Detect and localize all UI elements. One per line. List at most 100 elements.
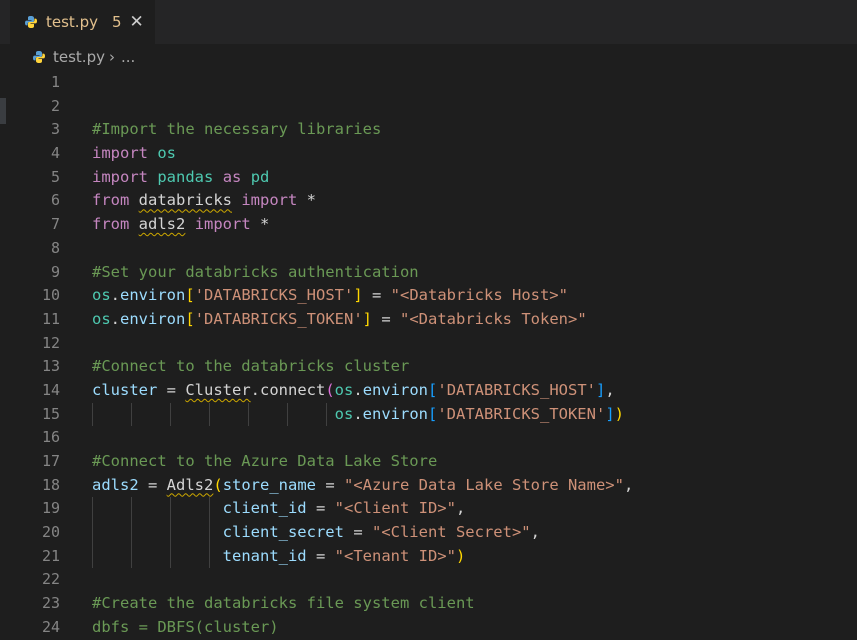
- line-number: 12: [41, 333, 60, 352]
- code-token: cluster: [92, 380, 158, 399]
- code-line[interactable]: 23 #Create the databricks file system cli…: [0, 592, 857, 616]
- code-token: =: [362, 286, 391, 305]
- breadcrumb-more[interactable]: ...: [121, 48, 135, 66]
- code-token: *: [297, 191, 317, 210]
- code-token: .: [110, 286, 121, 305]
- line-number: 18: [41, 475, 60, 494]
- code-line[interactable]: 12: [0, 332, 857, 356]
- code-token: ,: [605, 380, 615, 399]
- code-text: #Create the databricks file system clien…: [92, 592, 475, 616]
- code-line[interactable]: 22: [0, 568, 857, 592]
- code-line[interactable]: 6 from databricks import *: [0, 189, 857, 213]
- breadcrumb-file[interactable]: test.py: [53, 48, 105, 66]
- code-token: environ: [120, 309, 186, 328]
- code-text: import pandas as pd: [92, 166, 269, 190]
- code-line[interactable]: 9 #Set your databricks authentication: [0, 261, 857, 285]
- code-token: ,: [530, 523, 540, 542]
- code-line[interactable]: 19 client_id = "<Client ID>",: [0, 497, 857, 522]
- code-token: .: [110, 309, 121, 328]
- code-line[interactable]: 18 adls2 = Adls2(store_name = "<Azure Dat…: [0, 474, 857, 498]
- code-token: ,: [623, 475, 634, 494]
- code-text: cluster = Cluster.connect(os.environ['DA…: [92, 379, 615, 403]
- code-token: as: [222, 167, 242, 186]
- code-text: from adls2 import *: [92, 213, 269, 237]
- code-text: #Set your databricks authentication: [92, 261, 419, 285]
- code-token: adls2: [92, 475, 139, 494]
- code-token: (: [213, 475, 223, 494]
- code-token: os: [92, 309, 111, 328]
- code-line[interactable]: 21 tenant_id = "<Tenant ID>"): [0, 544, 857, 569]
- code-line[interactable]: 20 client_secret = "<Client Secret>",: [0, 521, 857, 545]
- code-token: =: [343, 523, 372, 542]
- code-editor[interactable]: 1 2 3 #Import the necessary libraries 4 impor…: [0, 71, 857, 640]
- code-token: [: [427, 404, 438, 423]
- code-token: 'DATABRICKS_TOKEN': [194, 309, 363, 328]
- code-token: ): [455, 546, 466, 565]
- close-icon[interactable]: ✕: [130, 12, 144, 32]
- code-token: Adls2: [166, 475, 214, 494]
- code-token: 'DATABRICKS_HOST': [437, 380, 596, 399]
- code-text: #Import the necessary libraries: [92, 118, 381, 142]
- code-token: "<Azure Data Lake Store Name>": [344, 475, 624, 494]
- code-token: adls2: [138, 215, 186, 234]
- code-line[interactable]: 15 os.environ['DATABRICKS_TOKEN']): [0, 402, 857, 427]
- code-line[interactable]: 11 os.environ['DATABRICKS_TOKEN'] = "<Dat…: [0, 308, 857, 332]
- code-token: Cluster: [185, 380, 251, 399]
- line-number: 16: [41, 428, 60, 447]
- code-comment: #Connect to the databricks cluster: [92, 357, 410, 376]
- code-line[interactable]: 5 import pandas as pd: [0, 166, 857, 190]
- code-line[interactable]: 2: [0, 95, 857, 119]
- python-icon: [24, 15, 38, 29]
- code-line[interactable]: 24 dbfs = DBFS(cluster): [0, 616, 857, 640]
- line-number: 14: [41, 380, 60, 399]
- line-number: 23: [41, 594, 60, 613]
- code-line[interactable]: 17 #Connect to the Azure Data Lake Store: [0, 450, 857, 474]
- code-token: from: [92, 191, 130, 210]
- line-number: 22: [41, 570, 60, 589]
- code-line[interactable]: 10 os.environ['DATABRICKS_HOST'] = "<Data…: [0, 284, 857, 308]
- code-token: os: [334, 404, 354, 423]
- code-token: ]: [353, 286, 363, 305]
- code-token: ]: [362, 309, 373, 328]
- breadcrumb: test.py › ...: [0, 44, 857, 70]
- code-text: #Connect to the databricks cluster: [92, 355, 409, 379]
- line-number: 15: [41, 404, 60, 423]
- problem-count-badge: 5: [111, 13, 122, 31]
- code-token: pd: [250, 167, 270, 186]
- line-number: 1: [50, 73, 60, 91]
- code-line[interactable]: 4 import os: [0, 142, 857, 166]
- line-number: 13: [41, 357, 60, 376]
- code-token: pandas: [157, 167, 214, 186]
- python-icon: [32, 50, 46, 64]
- line-number: 4: [50, 144, 60, 163]
- code-line[interactable]: 1: [0, 71, 857, 95]
- tab-test-py[interactable]: test.py 5 ✕: [10, 0, 155, 44]
- editor-tab-bar: test.py 5 ✕: [0, 0, 857, 44]
- code-line[interactable]: 8: [0, 237, 857, 261]
- code-token: tenant_id: [222, 546, 307, 565]
- code-token: =: [306, 499, 335, 518]
- code-token: 'DATABRICKS_TOKEN': [437, 404, 606, 423]
- code-line[interactable]: 14 cluster = Cluster.connect(os.environ['…: [0, 379, 857, 403]
- code-token: environ: [120, 286, 186, 305]
- code-token: .: [250, 380, 260, 399]
- code-token: "<Databricks Token>": [400, 309, 587, 328]
- code-line[interactable]: 7 from adls2 import *: [0, 213, 857, 237]
- code-token: "<Tenant ID>": [334, 546, 456, 565]
- code-line[interactable]: 16: [0, 426, 857, 450]
- code-token: connect: [260, 380, 326, 399]
- code-token: ]: [596, 380, 606, 399]
- code-token: databricks: [138, 191, 232, 210]
- code-line[interactable]: 13 #Connect to the databricks cluster: [0, 355, 857, 379]
- code-comment: dbfs = DBFS(cluster): [92, 617, 279, 636]
- code-token: *: [250, 215, 270, 234]
- line-number: 20: [41, 523, 60, 542]
- code-token: =: [157, 380, 186, 399]
- code-line[interactable]: 3 #Import the necessary libraries: [0, 118, 857, 142]
- tab-label: test.py: [46, 13, 98, 31]
- code-token: =: [306, 546, 335, 565]
